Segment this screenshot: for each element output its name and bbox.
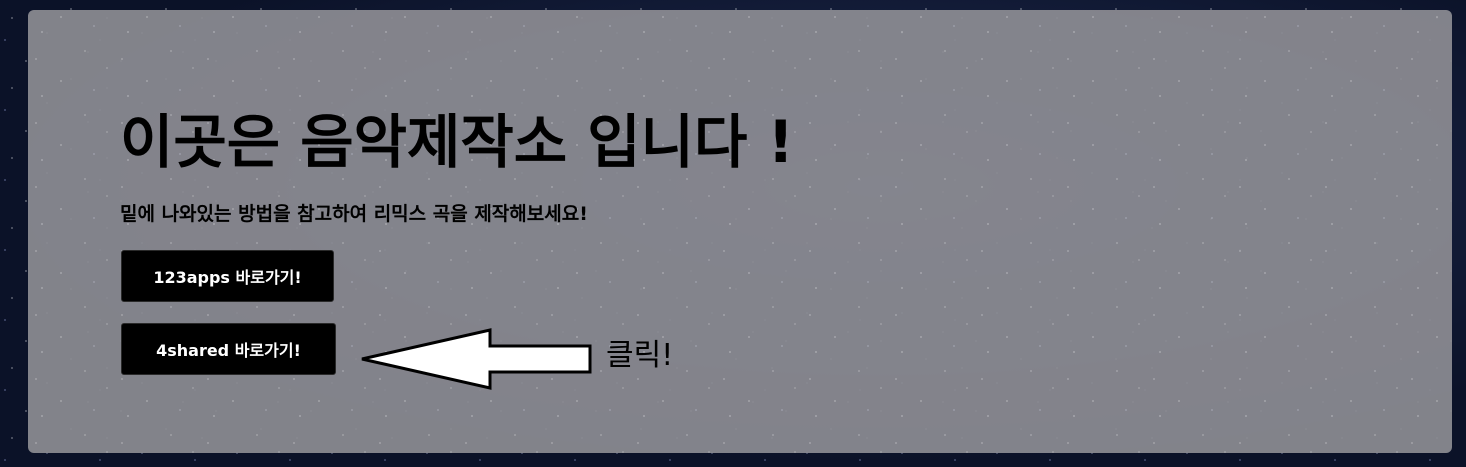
4shared-link-button[interactable]: 4shared 바로가기! bbox=[121, 323, 336, 375]
page-subtitle: 밑에 나와있는 방법을 참고하여 리믹스 곡을 제작해보세요! bbox=[120, 203, 588, 225]
click-hint-label: 클릭! bbox=[606, 338, 674, 373]
hero-panel: 이곳은 음악제작소 입니다 ! 밑에 나와있는 방법을 참고하여 리믹스 곡을 … bbox=[28, 10, 1452, 453]
123apps-link-button[interactable]: 123apps 바로가기! bbox=[121, 250, 334, 302]
arrow-left-icon bbox=[361, 328, 592, 390]
page-title: 이곳은 음악제작소 입니다 ! bbox=[120, 108, 794, 176]
